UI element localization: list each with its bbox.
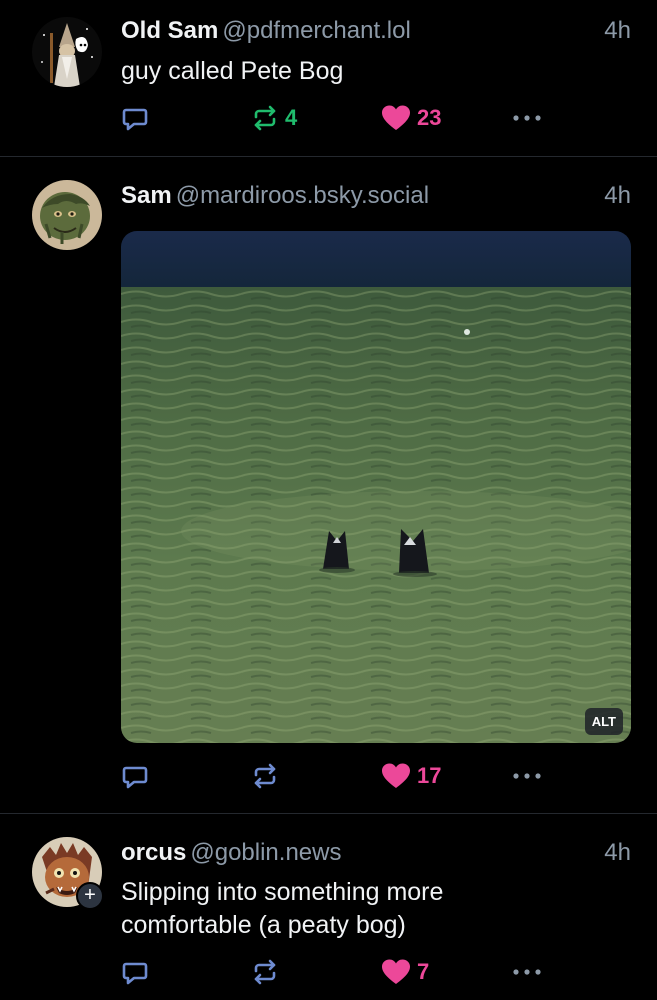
repost-icon [254,959,276,985]
avatar[interactable] [32,17,102,87]
post-header: orcus @goblin.news 4h [121,839,631,873]
heart-filled-icon [382,105,410,130]
repost-button[interactable] [251,957,279,987]
follow-button[interactable]: + [76,882,104,910]
like-button[interactable]: 17 [381,761,441,791]
post-text: Slipping into something more comfortable… [121,878,444,939]
ducks-in-water-image [121,231,631,743]
reply-icon [122,766,148,789]
alt-text-button[interactable]: ALT [584,708,623,735]
author-name[interactable]: Sam [121,182,172,209]
post-header: Old Sam @pdfmerchant.lol 4h [121,17,631,51]
author-handle[interactable]: @goblin.news [190,839,341,866]
reply-button[interactable] [121,761,149,791]
like-count: 17 [417,763,442,788]
author-handle[interactable]: @pdfmerchant.lol [222,17,410,44]
post-time[interactable]: 4h [604,839,631,867]
post-actions: 7 [121,957,551,987]
repost-icon [254,105,276,131]
more-options-button[interactable] [511,103,543,133]
ellipsis-icon [513,115,541,121]
more-options-button[interactable] [511,761,543,791]
ellipsis-icon [513,773,541,779]
like-count: 23 [417,105,442,130]
avatar[interactable] [32,180,102,250]
reply-icon [122,962,148,985]
more-options-button[interactable] [511,957,543,987]
post-time[interactable]: 4h [604,17,631,45]
repost-count: 4 [285,105,298,130]
author-name[interactable]: Old Sam [121,17,218,44]
repost-icon [254,763,276,789]
heart-filled-icon [382,959,410,984]
post-actions: 4 23 [121,103,551,133]
like-button[interactable]: 23 [381,103,441,133]
like-button[interactable]: 7 [381,957,429,987]
author-handle[interactable]: @mardiroos.bsky.social [176,182,429,209]
post-image[interactable]: ALT [121,231,631,743]
wizard-avatar-icon [32,17,102,87]
post-actions: 17 [121,761,551,791]
reply-button[interactable] [121,103,149,133]
repost-button[interactable]: 4 [251,103,297,133]
heart-filled-icon [382,763,410,788]
post-3[interactable]: + orcus @goblin.news 4h Slipping into som… [0,814,657,1000]
reply-icon [122,108,148,131]
author-name[interactable]: orcus [121,839,186,866]
post-header: Sam @mardiroos.bsky.social 4h [121,182,631,216]
ellipsis-icon [513,969,541,975]
repost-button[interactable] [251,761,279,791]
swamp-creature-avatar-icon [32,180,102,250]
post-2[interactable]: Sam @mardiroos.bsky.social 4h ALT 17 [0,157,657,813]
post-1[interactable]: Old Sam @pdfmerchant.lol 4h guy called Pe… [0,0,657,156]
reply-button[interactable] [121,957,149,987]
like-count: 7 [417,959,430,984]
post-time[interactable]: 4h [604,182,631,210]
post-text: guy called Pete Bog [121,57,344,85]
